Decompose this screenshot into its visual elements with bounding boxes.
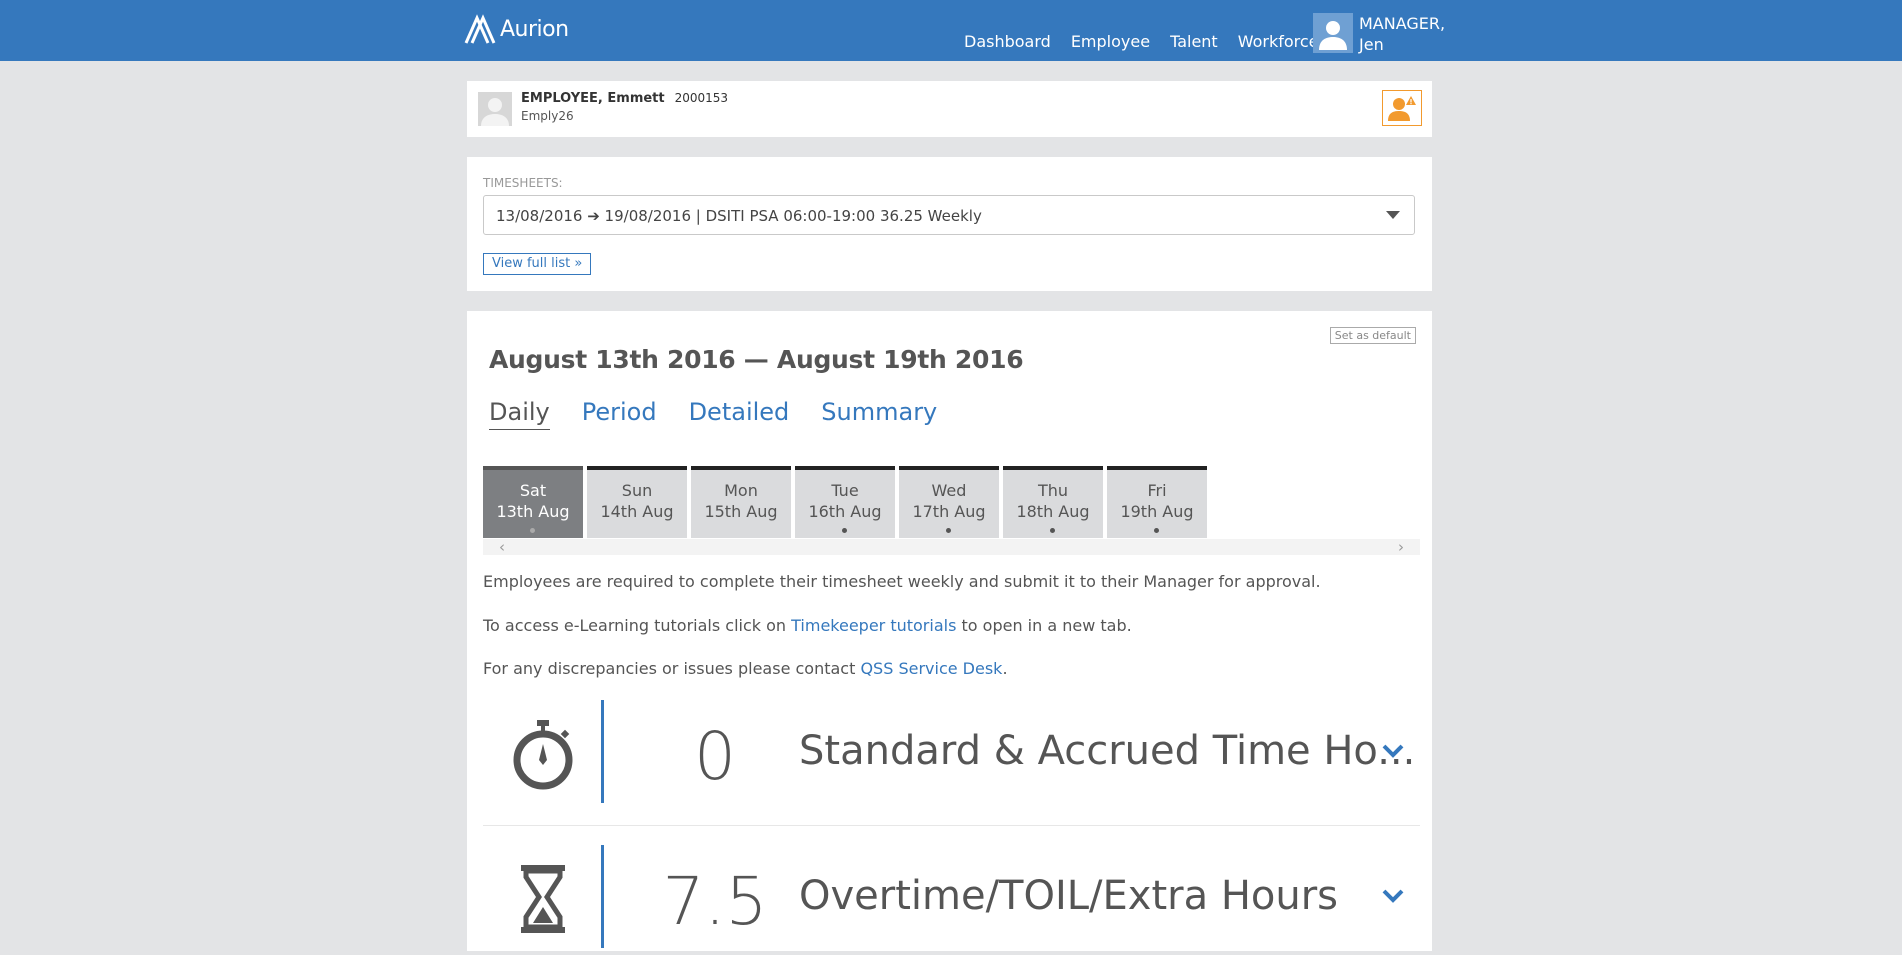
info-text-service-desk: For any discrepancies or issues please c…: [483, 659, 1008, 678]
day-tile-tue[interactable]: Tue 16th Aug: [795, 466, 895, 538]
day-name: Fri: [1147, 481, 1167, 500]
day-selector: Sat 13th Aug Sun 14th Aug Mon 15th Aug T…: [483, 466, 1211, 538]
timekeeper-tutorials-link[interactable]: Timekeeper tutorials: [791, 616, 956, 635]
timesheet-detail-card: Set as default August 13th 2016 — August…: [467, 311, 1432, 951]
employee-alert-button[interactable]: [1382, 90, 1422, 126]
info-text-tutorials: To access e-Learning tutorials click on …: [483, 616, 1132, 635]
scroll-right-icon[interactable]: ›: [1398, 539, 1404, 555]
day-date: 14th Aug: [600, 502, 674, 521]
metric-divider: [601, 845, 604, 948]
employee-username: Emply26: [521, 109, 574, 123]
view-tabs: Daily Period Detailed Summary: [489, 398, 969, 430]
nav-workforce[interactable]: Workforce: [1238, 32, 1319, 51]
chevron-down-icon[interactable]: [1382, 744, 1404, 758]
day-date: 13th Aug: [496, 502, 570, 521]
metric-row-standard: 0 Standard & Accrued Time Ho...: [483, 700, 1420, 810]
employee-name: EMPLOYEE, Emmett: [521, 91, 665, 106]
day-scrollbar[interactable]: ‹ ›: [483, 539, 1420, 555]
day-name: Mon: [724, 481, 758, 500]
day-dot-indicator: [946, 528, 951, 533]
day-name: Wed: [931, 481, 967, 500]
top-nav-bar: Aurion Dashboard Employee Talent Workfor…: [0, 0, 1902, 61]
day-tile-mon[interactable]: Mon 15th Aug: [691, 466, 791, 538]
metric-label: Standard & Accrued Time Ho...: [799, 728, 1416, 774]
aurion-logo[interactable]: Aurion: [462, 12, 569, 46]
day-name: Tue: [831, 481, 859, 500]
day-tile-thu[interactable]: Thu 18th Aug: [1003, 466, 1103, 538]
metric-divider: [601, 700, 604, 803]
day-tile-sun[interactable]: Sun 14th Aug: [587, 466, 687, 538]
user-warning-icon: [1388, 96, 1416, 121]
day-name: Sun: [621, 481, 653, 500]
timesheets-card: TIMESHEETS: 13/08/2016 ➔ 19/08/2016 | DS…: [467, 157, 1432, 291]
qss-service-desk-link[interactable]: QSS Service Desk: [860, 659, 1002, 678]
metric-value: 7.5: [662, 863, 768, 940]
user-menu[interactable]: MANAGER, Jen: [1313, 13, 1449, 55]
nav-dashboard[interactable]: Dashboard: [964, 32, 1051, 51]
metric-label: Overtime/TOIL/Extra Hours: [799, 873, 1339, 919]
employee-photo: [478, 92, 512, 126]
day-tile-wed[interactable]: Wed 17th Aug: [899, 466, 999, 538]
period-title: August 13th 2016 — August 19th 2016: [489, 345, 1024, 374]
aurion-logo-icon: [464, 14, 496, 44]
hourglass-icon: [521, 865, 565, 933]
caret-down-icon: [1386, 211, 1400, 219]
employee-name-line: EMPLOYEE, Emmett 2000153: [521, 91, 728, 106]
person-silhouette-icon: [481, 98, 509, 126]
timesheet-selected-value: 13/08/2016 ➔ 19/08/2016 | DSITI PSA 06:0…: [496, 207, 982, 225]
day-date: 19th Aug: [1120, 502, 1194, 521]
stopwatch-icon: [513, 720, 573, 790]
day-dot-indicator: [1050, 528, 1055, 533]
day-date: 18th Aug: [1016, 502, 1090, 521]
user-icon: [1319, 21, 1347, 50]
day-tile-sat[interactable]: Sat 13th Aug: [483, 466, 583, 538]
day-name: Thu: [1037, 481, 1069, 500]
day-dot-indicator: [842, 528, 847, 533]
tab-detailed[interactable]: Detailed: [689, 398, 790, 430]
brand-name: Aurion: [500, 16, 569, 42]
timesheets-label: TIMESHEETS:: [483, 176, 563, 190]
tab-period[interactable]: Period: [582, 398, 657, 430]
nav-talent[interactable]: Talent: [1170, 32, 1218, 51]
day-date: 17th Aug: [912, 502, 986, 521]
tab-daily[interactable]: Daily: [489, 398, 550, 430]
user-avatar: [1313, 13, 1353, 53]
main-nav: Dashboard Employee Talent Workforce: [964, 32, 1339, 51]
day-tile-fri[interactable]: Fri 19th Aug: [1107, 466, 1207, 538]
day-name: Sat: [519, 481, 547, 500]
nav-employee[interactable]: Employee: [1071, 32, 1150, 51]
tab-summary[interactable]: Summary: [821, 398, 937, 430]
timesheet-select[interactable]: 13/08/2016 ➔ 19/08/2016 | DSITI PSA 06:0…: [483, 195, 1415, 235]
view-full-list-button[interactable]: View full list »: [483, 253, 592, 275]
metric-separator: [483, 825, 1420, 826]
chevron-down-icon[interactable]: [1382, 889, 1404, 903]
day-dot-indicator: [1154, 528, 1159, 533]
day-dot-indicator: [530, 528, 535, 533]
employee-id: 2000153: [674, 91, 729, 105]
day-date: 16th Aug: [808, 502, 882, 521]
info-text-weekly: Employees are required to complete their…: [483, 572, 1321, 591]
metric-value: 0: [694, 718, 736, 795]
day-date: 15th Aug: [704, 502, 778, 521]
user-name: MANAGER, Jen: [1359, 14, 1446, 54]
employee-card: EMPLOYEE, Emmett 2000153 Emply26: [467, 81, 1432, 137]
metric-row-overtime: 7.5 Overtime/TOIL/Extra Hours: [483, 845, 1420, 955]
scroll-left-icon[interactable]: ‹: [499, 539, 505, 555]
set-as-default-button[interactable]: Set as default: [1329, 327, 1416, 344]
